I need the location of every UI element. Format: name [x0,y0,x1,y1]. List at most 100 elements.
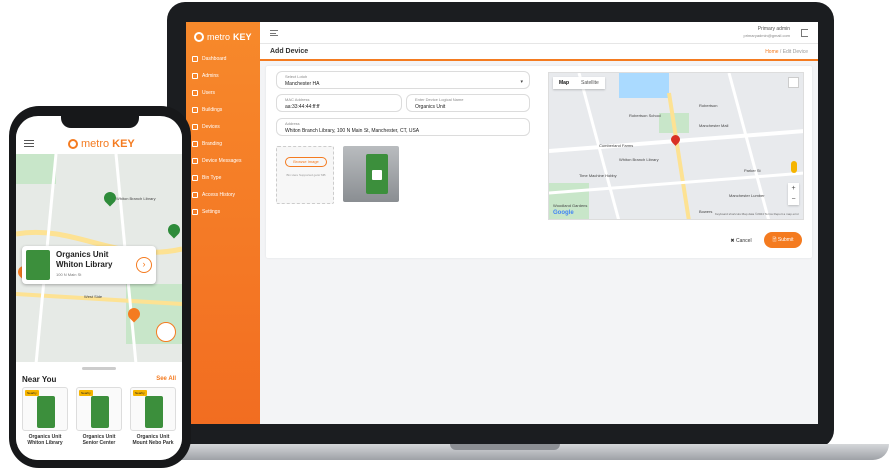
admin-name: Primary admin [757,26,790,32]
map-label: Bowers [699,209,713,214]
nearby-name-line2: Senior Center [82,440,116,446]
sidebar-item-buildings[interactable]: Buildings [192,101,258,118]
bin-preview-image [343,146,399,202]
address-label: Address [285,121,300,126]
tab-map[interactable]: Map [553,77,575,89]
selected-bin-card[interactable]: Organics Unit Whiton Library 100 N Main … [22,246,156,284]
sidebar-item-label: Settings [202,208,221,215]
card-title-line2: Whiton Library [56,260,113,269]
fullscreen-icon[interactable] [788,77,799,88]
sidebar-item-label: Device Messages [202,157,242,164]
logical-name-label: Enter Device Logical Name [415,97,464,102]
brand-suffix: KEY [233,32,252,42]
browse-image-button[interactable]: Browse Image [285,157,327,167]
page-title: Add Device [270,48,309,55]
map-label: Time Machine Hobby [579,173,617,178]
chevron-down-icon: ▾ [520,79,523,85]
nearby-name: Organics Unit Whiton Library [21,434,69,446]
location-select[interactable]: Select Lotoh Manchester HA ▾ [276,71,530,89]
card-address: 100 N Main St [56,272,82,277]
map-label: West Side [84,294,103,299]
recenter-icon[interactable] [156,322,176,342]
tab-satellite[interactable]: Satellite [575,77,605,89]
upload-hint: Bin Here Supported gets/ MB [286,173,326,177]
phone-header: metro KEY [16,130,182,154]
nearby-card[interactable]: Nearby [22,387,68,431]
sidebar-item-devices[interactable]: Devices [192,118,258,135]
logo-icon [194,32,204,42]
location-value: Manchester HA [285,81,320,87]
mac-value: aa:33:44:44:ff:ff [285,104,320,110]
phone-screen: metroKEY Whiton Branch Library Center Ma… [16,116,182,460]
sidebar-item-label: Access History [202,191,236,198]
location-map[interactable]: Robertson School Cumberland Farms Whiton… [548,72,804,220]
brand-prefix: metro [207,32,231,42]
breadcrumb-home[interactable]: Home [765,49,778,55]
sidebar: metro KEY Dashboard Admins Users Building… [186,22,260,424]
laptop-screen: metro KEY Dashboard Admins Users Building… [186,22,818,424]
sidebar-item-device-messages[interactable]: Device Messages [192,152,258,169]
map-label: Manchester Mall [699,123,729,128]
bin-icon [145,396,163,428]
image-upload-dropzone[interactable]: Browse Image Bin Here Supported gets/ MB [276,146,334,204]
zoom-control[interactable]: + − [788,183,799,205]
chevron-right-icon[interactable]: › [136,257,152,273]
map-label: Robertson [699,103,718,108]
sidebar-item-dashboard[interactable]: Dashboard [192,50,258,67]
phone-logo: metro KEY [68,138,135,150]
nearby-card[interactable]: Nearby [130,387,176,431]
zoom-in-icon[interactable]: + [788,183,799,194]
map-label: Whiton Branch Library [619,157,659,162]
sidebar-item-label: Buildings [202,106,223,113]
sidebar-item-label: Bin Type [202,174,222,181]
cancel-button[interactable]: ✖ Cancel [726,235,756,247]
sidebar-item-label: Dashboard [202,55,227,62]
history-icon [192,191,198,198]
breadcrumb: Home / Edit Device [765,49,808,55]
bin-thumbnail [26,250,50,280]
near-you-title: Near You [22,375,57,384]
submit-button[interactable]: 🗎 Submit [764,232,802,248]
breadcrumb-current: Edit Device [782,49,808,55]
sidebar-logo[interactable]: metro KEY [194,30,252,44]
sidebar-item-branding[interactable]: Branding [192,135,258,152]
devices-icon [192,123,198,130]
bin-icon [91,396,109,428]
mac-address-field[interactable]: MAC Address aa:33:44:44:ff:ff [276,94,402,112]
hamburger-icon[interactable] [24,140,34,147]
sidebar-item-label: Users [202,89,216,96]
admin-email: primaryadmin@gmail.com [743,33,790,38]
menu-toggle-icon[interactable] [270,30,278,36]
address-value: Whiton Branch Library, 100 N Main St, Ma… [285,128,420,134]
sidebar-item-users[interactable]: Users [192,84,258,101]
street-view-icon[interactable] [791,161,797,173]
nearby-badge: Nearby [25,390,39,396]
sidebar-item-access-history[interactable]: Access History [192,186,258,203]
sheet-handle[interactable] [82,367,116,370]
address-field[interactable]: Address Whiton Branch Library, 100 N Mai… [276,118,530,136]
logout-icon[interactable] [801,29,808,37]
dashboard-icon [192,55,198,62]
brand-prefix: metro [81,138,110,150]
see-all-link[interactable]: See All [156,376,176,382]
settings-icon [192,208,198,215]
bin-icon [37,396,55,428]
nearby-name-line2: Mount Nebo Park [132,440,174,446]
phone-map[interactable]: Whiton Branch Library Center Manchester … [16,154,182,364]
zoom-out-icon[interactable]: − [788,194,799,205]
sidebar-item-admins[interactable]: Admins [192,67,258,84]
sidebar-nav: Dashboard Admins Users Buildings Devices… [192,50,258,220]
logical-name-field[interactable]: Enter Device Logical Name Organics Unit [406,94,530,112]
map-label: Cumberland Farms [599,143,634,148]
messages-icon [192,157,198,164]
sidebar-item-bin-type[interactable]: Bin Type [192,169,258,186]
nearby-card[interactable]: Nearby [76,387,122,431]
near-you-sheet: Near You See All Nearby Nearby Nearby Or… [16,362,182,460]
map-roads [549,73,803,219]
nearby-name-line2: Whiton Library [27,440,63,446]
topbar: Primary admin primaryadmin@gmail.com [260,22,818,44]
map-label: Robertson School [629,113,661,118]
logical-name-value: Organics Unit [415,104,446,110]
map-label: Whiton Branch Library [116,196,156,201]
sidebar-item-settings[interactable]: Settings [192,203,258,220]
